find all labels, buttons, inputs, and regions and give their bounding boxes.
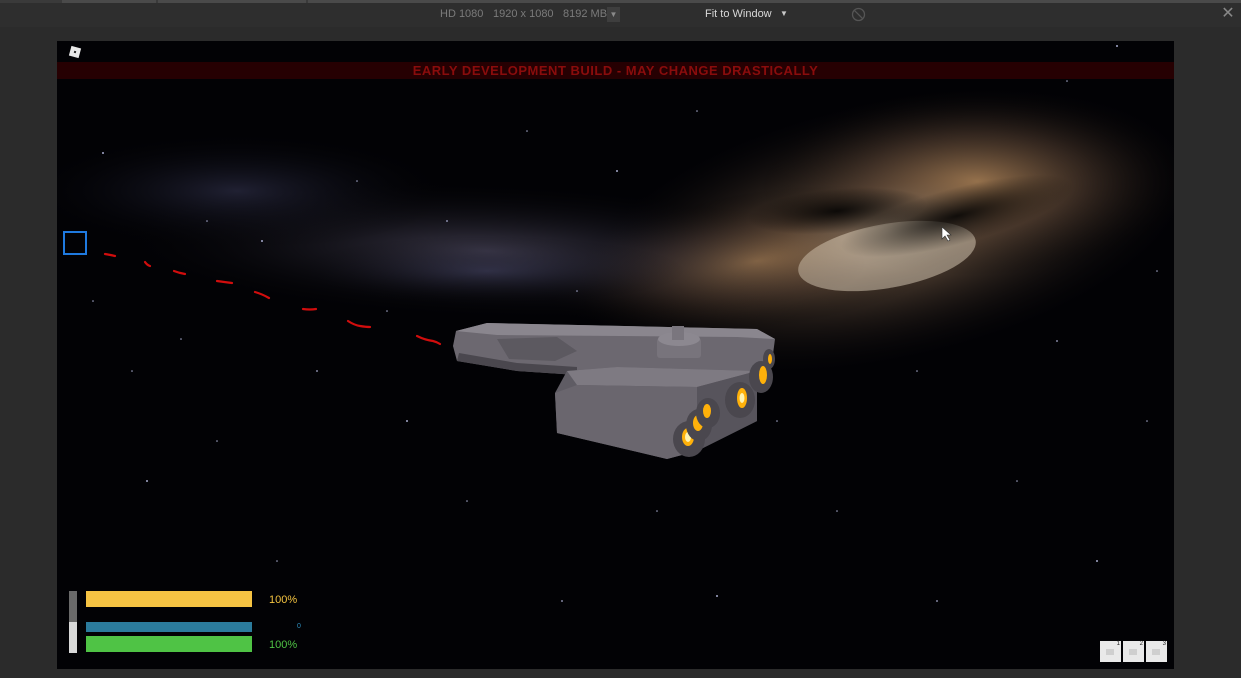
hotbar-tool-icon: [1152, 649, 1160, 655]
close-icon[interactable]: ✕: [1220, 6, 1236, 22]
rotate-disabled-icon[interactable]: [851, 7, 866, 22]
game-viewport[interactable]: EARLY DEVELOPMENT BUILD - MAY CHANGE DRA…: [57, 41, 1174, 669]
mouse-cursor-icon: [941, 226, 952, 242]
hotbar-tool-icon: [1129, 649, 1137, 655]
energy-value: 0: [297, 623, 301, 630]
hotbar-slot-3[interactable]: 3: [1146, 641, 1167, 662]
memory-label: 8192 MB: [563, 8, 608, 20]
side-gauge-fill: [69, 591, 77, 622]
dev-build-banner: EARLY DEVELOPMENT BUILD - MAY CHANGE DRA…: [57, 62, 1174, 79]
hotbar-slot-number: 3: [1162, 641, 1166, 647]
fit-to-window-dropdown[interactable]: Fit to Window: [705, 8, 772, 20]
shield-bar-fill: [86, 591, 252, 607]
hull-bar-fill: [86, 636, 252, 652]
target-reticle-icon[interactable]: [63, 231, 87, 255]
hotbar-slot-number: 1: [1116, 641, 1120, 647]
device-select[interactable]: HD 1080: [440, 8, 483, 20]
hotbar-slot-2[interactable]: 2: [1123, 641, 1144, 662]
hotbar-slot-number: 2: [1139, 641, 1143, 647]
caret-down-icon[interactable]: ▼: [607, 7, 620, 22]
caret-down-icon[interactable]: ▼: [780, 9, 788, 18]
hull-percent: 100%: [269, 639, 298, 651]
device-emulator-toolbar: HD 1080 1920 x 1080 8192 MB ▼ Fit to Win…: [0, 3, 1241, 27]
resolution-label: 1920 x 1080: [493, 8, 554, 20]
hotbar-slot-1[interactable]: 1: [1100, 641, 1121, 662]
side-gauge: [69, 591, 77, 653]
space-scene: [57, 41, 1174, 669]
hotbar-tool-icon: [1106, 649, 1114, 655]
energy-bar-fill: [86, 622, 252, 632]
shield-percent: 100%: [269, 594, 298, 606]
